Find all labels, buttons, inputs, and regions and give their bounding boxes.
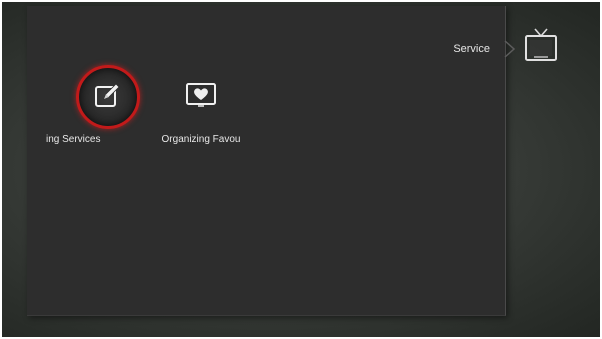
menu-panel: ing Services Organizing Favou: [27, 6, 506, 316]
chevron-right-icon: [504, 40, 516, 58]
breadcrumb-current: Service: [453, 43, 490, 55]
edit-pencil-icon: [95, 83, 120, 107]
favourite-heart-tv-icon: [186, 83, 216, 107]
icon-wrap: [173, 68, 229, 124]
menu-item-organizing-favourites[interactable]: Organizing Favou: [146, 68, 256, 158]
tv-icon: [525, 28, 557, 61]
menu-item-label: ing Services: [46, 134, 101, 145]
icon-wrap: [76, 65, 140, 129]
menu-item-label: Organizing Favou: [161, 134, 241, 145]
